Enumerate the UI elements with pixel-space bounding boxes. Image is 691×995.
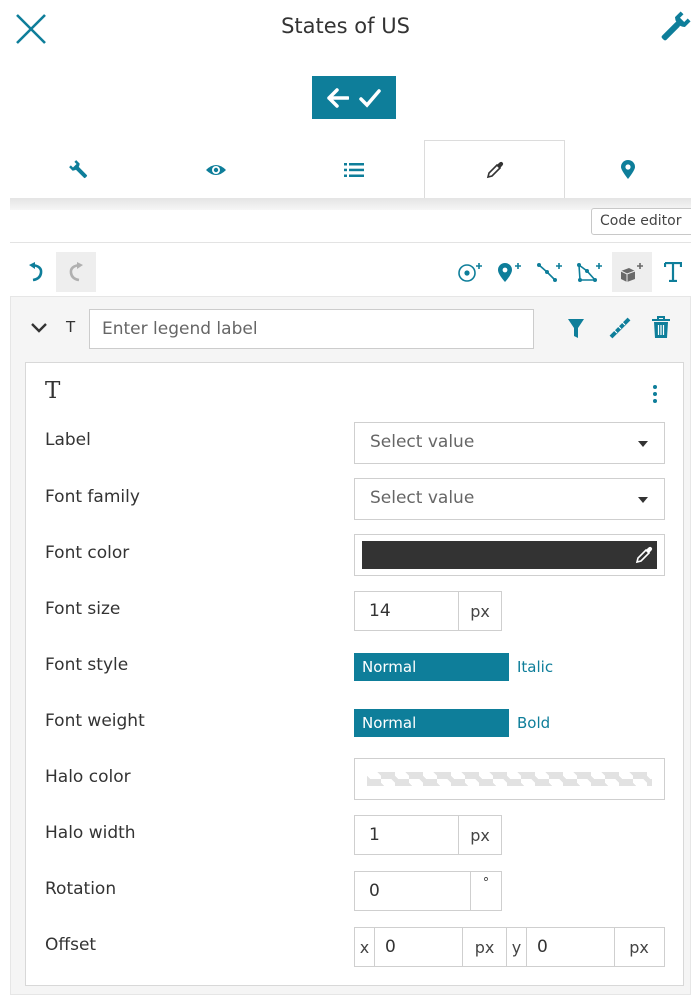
back-confirm-button[interactable] <box>312 76 396 119</box>
symbol-type-heading: T <box>45 378 61 404</box>
code-editor-button[interactable]: Code editor <box>591 208 691 235</box>
offset-y-unit: px <box>629 937 649 957</box>
wrench-icon <box>68 159 87 178</box>
font-weight-toggle: Normal Bold <box>354 709 558 737</box>
font-size-field: 14 px <box>354 591 502 631</box>
font-size-unit: px <box>470 601 490 621</box>
trash-icon <box>652 316 670 338</box>
list-icon <box>344 162 364 177</box>
settings-button[interactable] <box>658 10 691 44</box>
font-style-normal-option[interactable]: Normal <box>354 653 509 681</box>
font-size-label: Font size <box>45 599 121 619</box>
line-plus-icon <box>537 263 562 282</box>
add-marker-symbol-button[interactable] <box>490 252 530 292</box>
filter-icon <box>568 319 584 338</box>
offset-y-input[interactable]: 0 <box>527 928 615 966</box>
add-line-symbol-button[interactable] <box>530 252 570 292</box>
halo-width-unit: px <box>470 825 490 845</box>
text-icon <box>663 262 682 282</box>
add-point-symbol-button[interactable] <box>450 252 490 292</box>
undo-icon <box>29 262 43 282</box>
add-text-symbol-button[interactable] <box>654 252 691 292</box>
rotation-unit: ° <box>482 876 490 891</box>
font-weight-normal-option[interactable]: Normal <box>354 709 509 737</box>
polygon-plus-icon <box>577 263 602 282</box>
font-color-swatch <box>362 541 657 569</box>
offset-y-label: y <box>507 928 527 966</box>
collapse-toggle[interactable] <box>30 321 48 335</box>
tab-list[interactable] <box>285 140 423 199</box>
font-family-select[interactable]: Select value <box>354 478 665 520</box>
offset-label: Offset <box>45 935 97 955</box>
chevron-down-icon <box>31 323 47 333</box>
font-style-italic-option[interactable]: Italic <box>509 653 561 681</box>
check-icon <box>359 88 381 108</box>
eyedropper-icon <box>635 546 653 564</box>
more-options-button[interactable] <box>651 384 659 404</box>
font-style-label: Font style <box>45 655 129 675</box>
font-family-select-value: Select value <box>370 488 475 508</box>
tab-style[interactable] <box>424 140 565 199</box>
halo-color-picker[interactable] <box>354 758 665 800</box>
tab-location[interactable] <box>565 140 691 199</box>
arrow-left-icon <box>327 87 349 108</box>
offset-x-label: x <box>355 928 375 966</box>
font-family-label: Font family <box>45 487 140 507</box>
transparent-swatch <box>367 772 652 786</box>
add-polygon-symbol-button[interactable] <box>570 252 610 292</box>
legend-label-input[interactable]: Enter legend label <box>89 309 534 349</box>
offset-field: x 0 px y 0 px <box>354 927 665 967</box>
rotation-input[interactable]: 0 <box>355 872 471 910</box>
legend-symbol-letter: T <box>66 318 76 336</box>
halo-color-label: Halo color <box>45 767 131 787</box>
halo-width-label: Halo width <box>45 823 136 843</box>
eye-icon <box>206 164 226 175</box>
label-select-value: Select value <box>370 432 475 452</box>
font-weight-label: Font weight <box>45 711 145 731</box>
caret-down-icon <box>638 497 648 503</box>
halo-width-field: 1 px <box>354 815 502 855</box>
eyedropper-icon <box>486 161 503 179</box>
font-color-picker[interactable] <box>354 534 665 576</box>
add-3d-symbol-button[interactable] <box>612 252 652 292</box>
divider <box>10 242 691 243</box>
tab-visibility[interactable] <box>147 140 285 199</box>
offset-x-unit: px <box>463 928 507 966</box>
font-weight-bold-option[interactable]: Bold <box>509 709 558 737</box>
filter-button[interactable] <box>566 316 586 340</box>
font-style-toggle: Normal Italic <box>354 653 561 681</box>
redo-button[interactable] <box>56 252 96 292</box>
label-select[interactable]: Select value <box>354 422 665 464</box>
halo-width-input[interactable]: 1 <box>355 816 459 854</box>
rotation-field: 0 ° <box>354 871 502 911</box>
map-marker-icon <box>621 159 635 179</box>
tab-divider <box>10 198 691 210</box>
font-color-label: Font color <box>45 543 130 563</box>
font-size-input[interactable]: 14 <box>355 592 459 630</box>
tab-settings[interactable] <box>10 140 147 199</box>
undo-button[interactable] <box>16 252 56 292</box>
caret-down-icon <box>638 441 648 447</box>
tab-bar <box>10 140 691 199</box>
rotation-label: Rotation <box>45 879 117 899</box>
offset-x-input[interactable]: 0 <box>375 928 463 966</box>
cube-plus-icon <box>620 263 643 282</box>
circle-plus-icon <box>458 263 482 282</box>
kebab-icon <box>653 385 657 403</box>
label-field-label: Label <box>45 430 91 450</box>
delete-button[interactable] <box>651 315 671 339</box>
wrench-icon <box>661 11 691 41</box>
redo-icon <box>69 262 83 282</box>
page-title: States of US <box>281 14 410 38</box>
ruler-icon <box>609 317 631 339</box>
marker-plus-icon <box>498 263 521 282</box>
measure-button[interactable] <box>608 316 632 340</box>
